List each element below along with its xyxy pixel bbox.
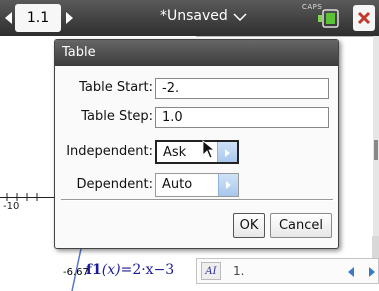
previous-page-icon[interactable] — [5, 12, 12, 24]
function-arg: (x) — [101, 262, 121, 278]
close-icon — [357, 11, 371, 25]
battery-icon — [318, 9, 339, 28]
table-start-label: Table Start: — [79, 80, 153, 95]
dependent-select[interactable]: Auto — [155, 173, 239, 197]
dropdown-arrow-icon — [225, 149, 230, 157]
mouse-pointer-icon — [202, 140, 216, 159]
table-scroll-thumb[interactable] — [374, 140, 378, 160]
independent-dropdown-button[interactable] — [217, 142, 237, 162]
dependent-dropdown-button[interactable] — [218, 174, 238, 196]
dependent-select-value: Auto — [162, 177, 193, 192]
entry-line-badge: AI — [201, 262, 221, 280]
independent-label: Independent: — [66, 144, 153, 159]
dependent-label: Dependent: — [76, 177, 153, 192]
table-step-label: Table Step: — [81, 109, 153, 124]
function-label[interactable]: f1(x)=2·x−3 — [86, 262, 174, 278]
entry-line-value[interactable]: 1. — [233, 264, 244, 278]
independent-select[interactable]: Ask — [155, 140, 239, 164]
function-name: f1 — [86, 262, 102, 278]
cancel-button[interactable]: Cancel — [270, 213, 332, 238]
dropdown-arrow-icon — [226, 181, 231, 189]
top-bar: 1.1 *Unsaved CAPS — [0, 0, 379, 36]
document-title[interactable]: *Unsaved — [160, 8, 228, 24]
x-axis-ticks — [6, 193, 38, 201]
table-divider — [196, 36, 379, 37]
entry-prev-icon[interactable] — [348, 267, 354, 277]
function-definition: =2·x−3 — [120, 262, 175, 278]
next-page-icon[interactable] — [66, 12, 73, 24]
entry-line[interactable]: AI 1. — [196, 258, 379, 284]
dialog-separator — [61, 199, 333, 201]
entry-next-icon[interactable] — [369, 267, 375, 277]
table-scrollbar[interactable] — [373, 36, 379, 250]
table-scrollbar-bottom[interactable] — [372, 236, 379, 258]
table-step-input[interactable]: 1.0 — [155, 107, 329, 128]
table-start-input[interactable]: -2. — [155, 78, 329, 99]
table-dialog: Table Table Start: -2. Table Step: 1.0 I… — [54, 39, 339, 249]
close-button[interactable] — [353, 5, 375, 31]
dialog-title: Table — [62, 45, 96, 60]
chevron-down-icon[interactable] — [233, 13, 247, 21]
page-tab[interactable]: 1.1 — [15, 4, 61, 32]
x-axis-min-label: -10 — [3, 201, 20, 212]
dialog-titlebar[interactable]: Table — [55, 40, 338, 66]
ok-button[interactable]: OK — [233, 213, 265, 238]
function-value-label: -6.67 — [63, 267, 89, 278]
independent-select-value: Ask — [163, 145, 187, 160]
